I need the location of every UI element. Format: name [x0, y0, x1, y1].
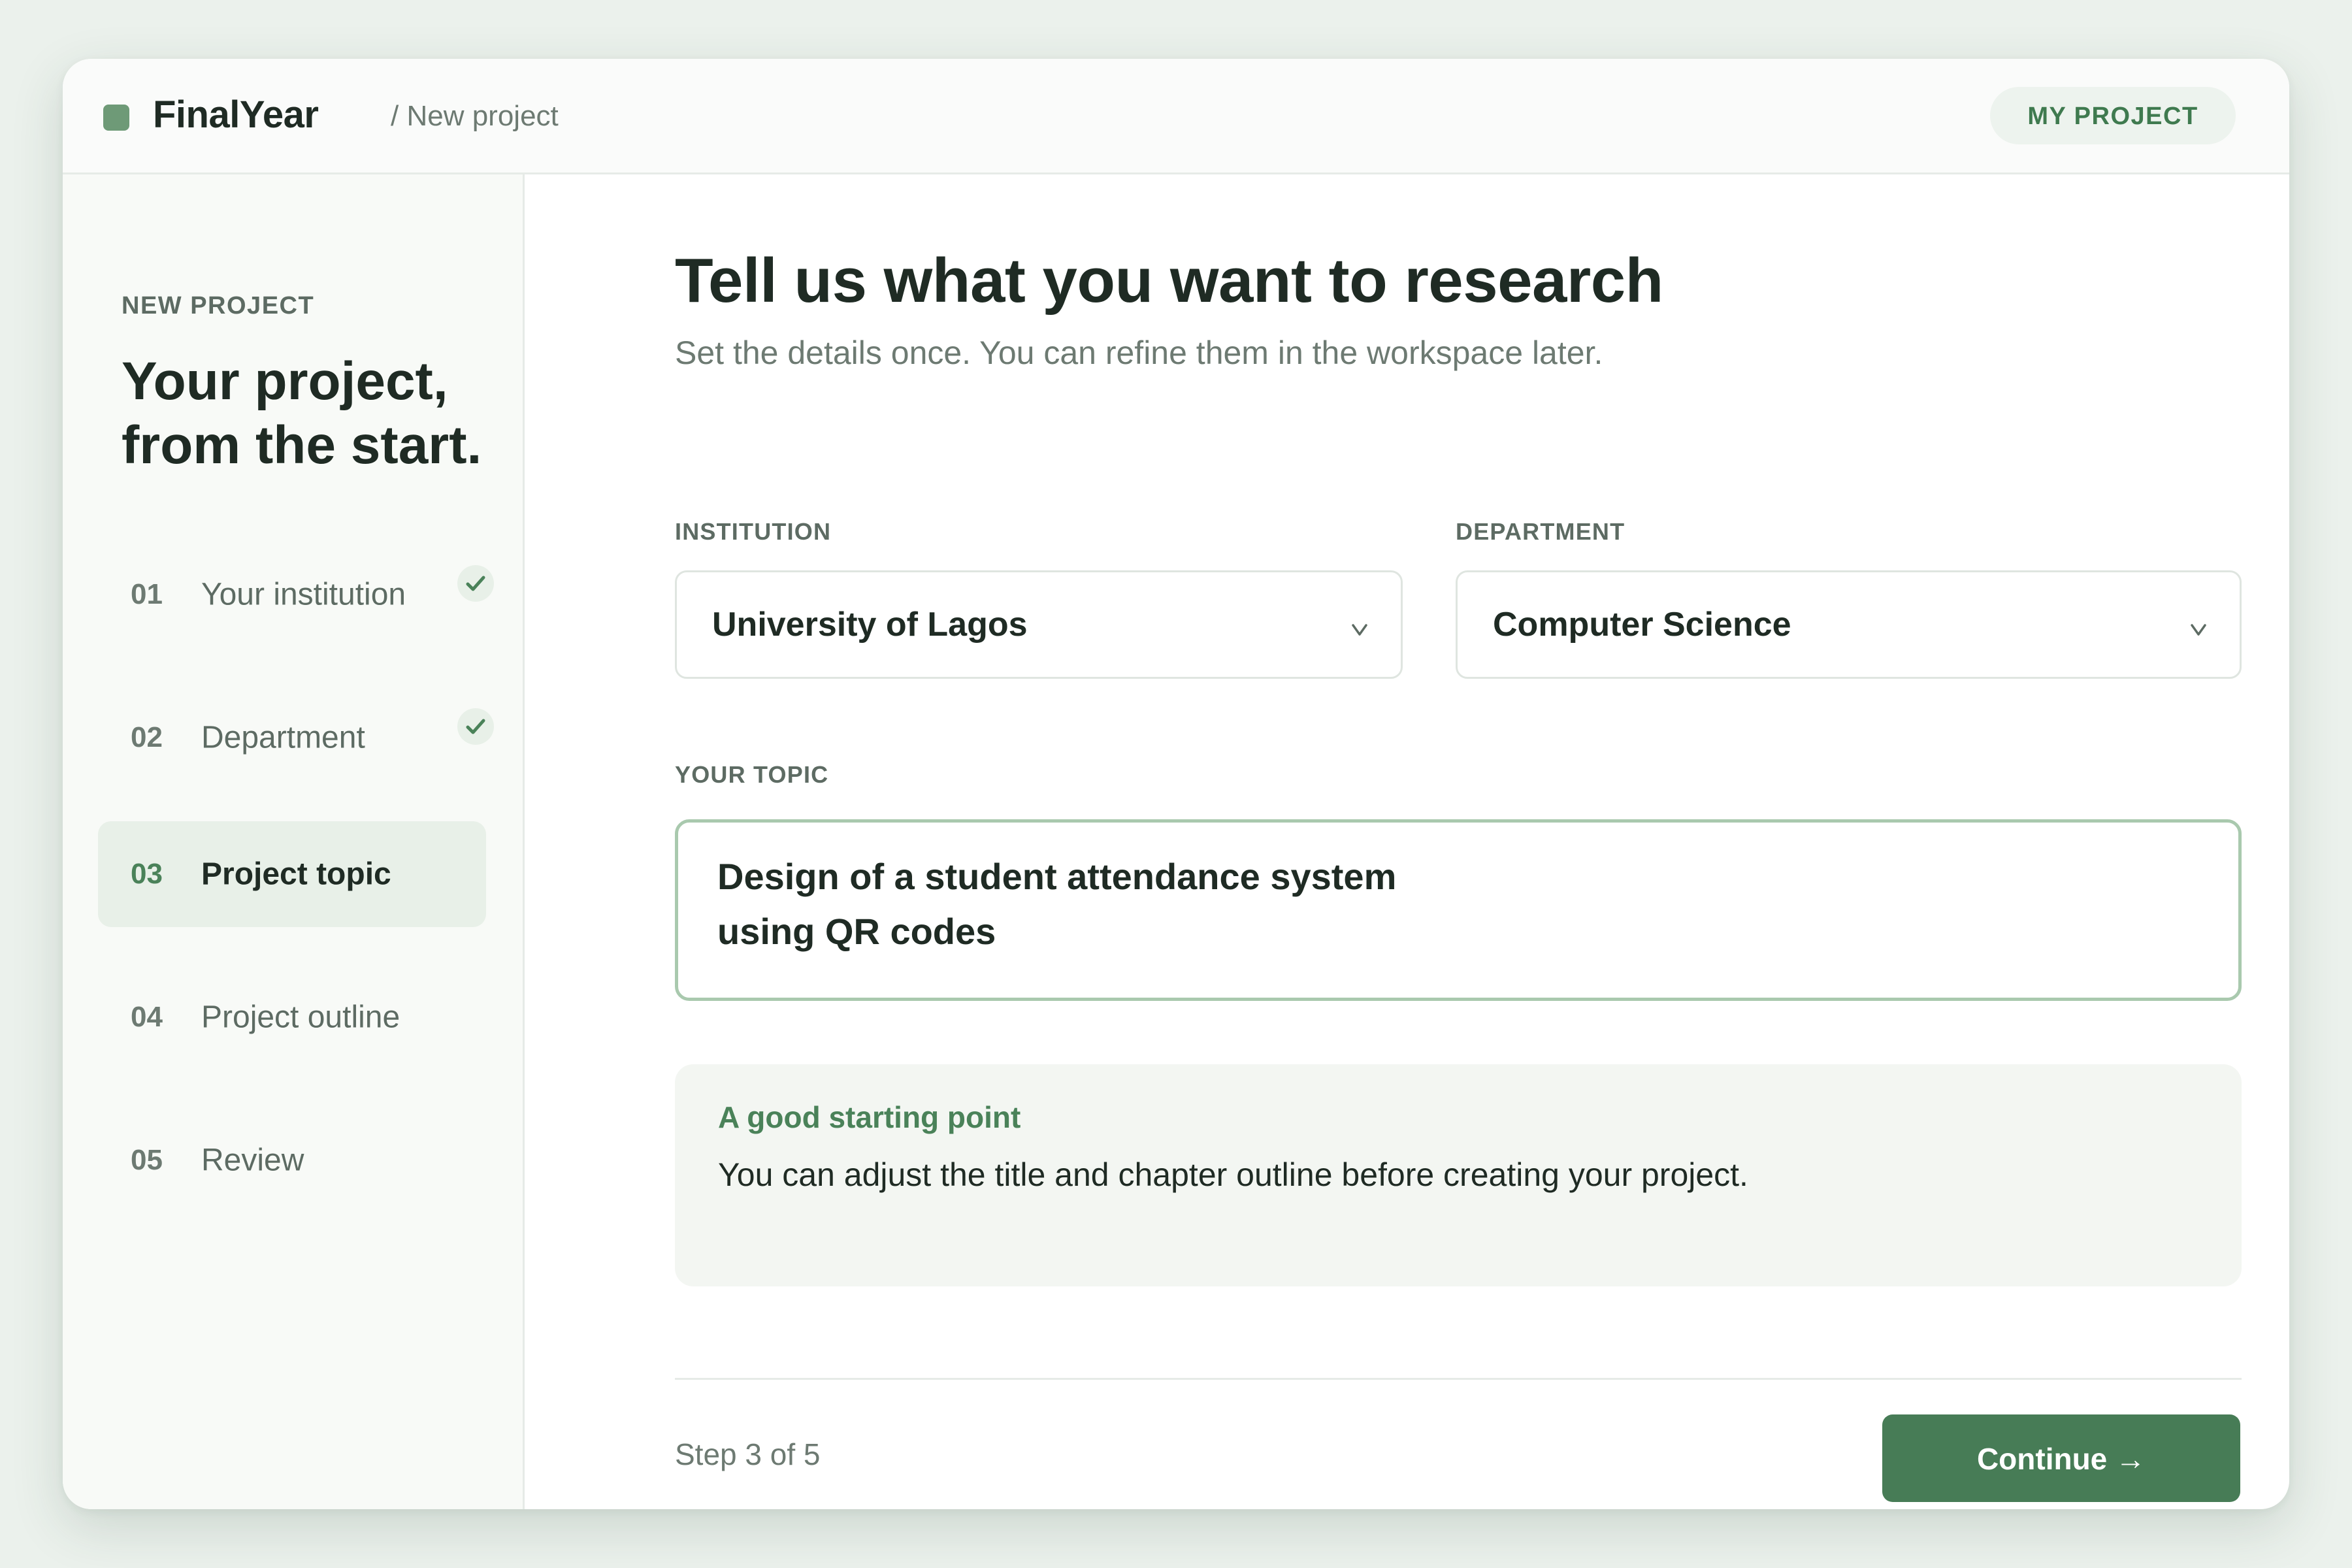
continue-button[interactable]: Continue → [1882, 1414, 2240, 1502]
topic-text-line: Design of a student attendance system [717, 856, 1397, 897]
sidebar-eyebrow: NEW PROJECT [122, 292, 315, 319]
step-number: 03 [131, 858, 163, 890]
tip-card: A good starting point You can adjust the… [675, 1064, 2242, 1286]
topic-label: YOUR TOPIC [675, 761, 829, 788]
tip-title: A good starting point [718, 1100, 1021, 1134]
step-label: Project topic [201, 857, 391, 892]
topic-text-line: using QR codes [717, 911, 996, 952]
sidebar-title-line: from the start. [122, 416, 482, 475]
department-label: DEPARTMENT [1456, 518, 1625, 545]
chevron-down-icon [1350, 622, 1369, 641]
department-value: Computer Science [1493, 606, 1791, 644]
topic-input[interactable]: Design of a student attendance system us… [675, 819, 2242, 1001]
step-review[interactable]: 05 Review [98, 1107, 486, 1213]
institution-label: INSTITUTION [675, 518, 832, 545]
breadcrumb: / New project [391, 100, 559, 132]
step-indicator: Step 3 of 5 [675, 1437, 821, 1471]
footer-divider [675, 1378, 2242, 1380]
step-department[interactable]: 02 Department [98, 685, 494, 791]
page-subtitle: Set the details once. You can refine the… [675, 335, 1603, 371]
logo-mark [103, 105, 129, 131]
chevron-down-icon [2189, 622, 2208, 641]
page-title: Tell us what you want to research [675, 246, 1663, 316]
step-your-institution[interactable]: 01 Your institution [98, 542, 494, 647]
step-number: 05 [131, 1144, 163, 1176]
my-project-button[interactable]: MY PROJECT [1990, 87, 2236, 144]
department-select[interactable]: Computer Science [1456, 570, 2242, 679]
step-label: Department [201, 720, 365, 755]
step-project-topic[interactable]: 03 Project topic [98, 821, 486, 927]
check-icon [457, 708, 494, 745]
step-label: Project outline [201, 1000, 400, 1035]
main-panel: Tell us what you want to research Set th… [525, 174, 2289, 1509]
app-window: FinalYear / New project MY PROJECT NEW P… [63, 59, 2289, 1509]
step-label: Review [201, 1143, 304, 1178]
sidebar: NEW PROJECT Your project, from the start… [63, 174, 525, 1509]
sidebar-title: Your project, from the start. [122, 350, 514, 478]
tip-text: You can adjust the title and chapter out… [718, 1156, 1748, 1193]
step-project-outline[interactable]: 04 Project outline [98, 964, 486, 1070]
top-bar: FinalYear / New project MY PROJECT [63, 59, 2289, 174]
sidebar-title-line: Your project, [122, 351, 448, 411]
brand-name: FinalYear [153, 93, 319, 136]
step-number: 04 [131, 1001, 163, 1033]
institution-select[interactable]: University of Lagos [675, 570, 1403, 679]
check-icon [457, 565, 494, 602]
step-number: 02 [131, 721, 163, 753]
step-label: Your institution [201, 577, 406, 612]
step-number: 01 [131, 578, 163, 610]
institution-value: University of Lagos [712, 606, 1028, 644]
